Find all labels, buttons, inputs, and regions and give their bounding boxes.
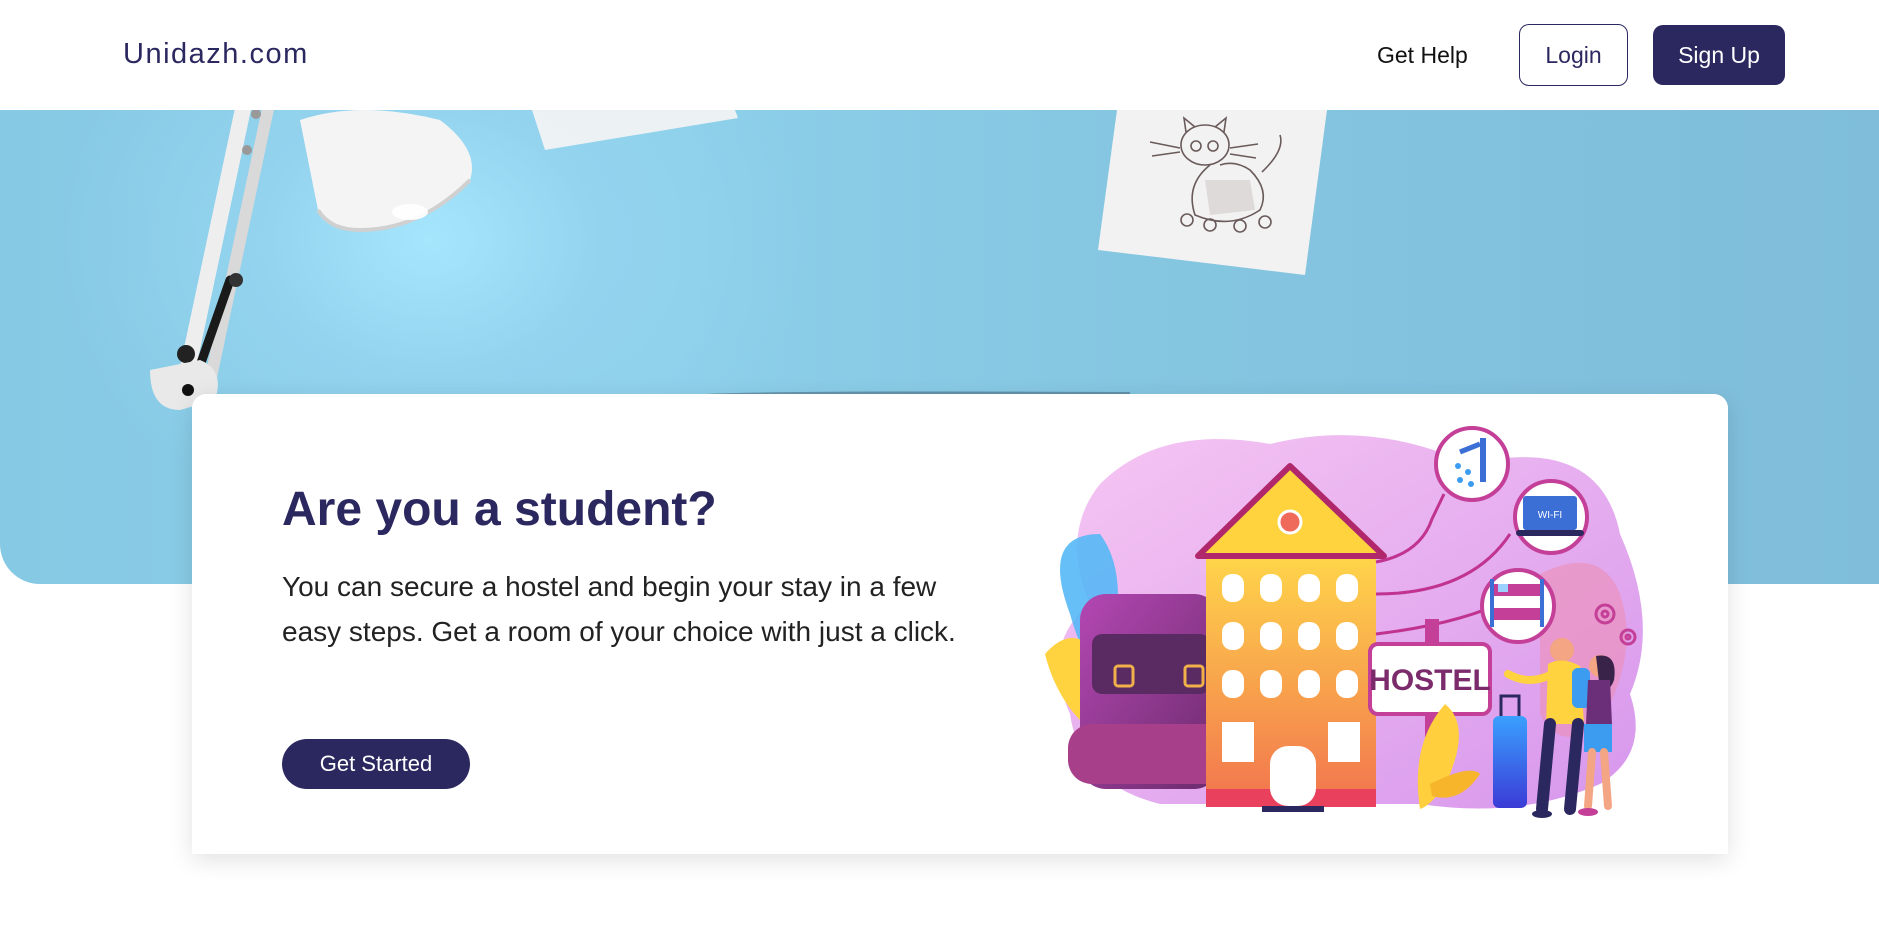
bunk-bed-icon [1480,568,1556,644]
site-logo[interactable]: Unidazh.com [123,38,309,71]
wifi-label: WI-FI [1538,510,1562,521]
get-help-link[interactable]: Get Help [1377,42,1468,69]
student-card: Are you a student? You can secure a host… [192,394,1728,854]
cat-drawing-image [1098,110,1327,275]
desk-lamp-image [150,110,472,410]
login-button[interactable]: Login [1519,24,1628,86]
hostel-illustration: WI-FI HOSTEL [1045,426,1643,818]
card-description: You can secure a hostel and begin your s… [282,571,956,647]
site-header: Unidazh.com Get Help Login Sign Up [0,0,1879,110]
get-started-button[interactable]: Get Started [282,739,470,789]
card-title: Are you a student? [282,483,717,536]
hostel-sign-text: HOSTEL [1369,664,1491,697]
signup-button[interactable]: Sign Up [1653,25,1785,85]
wifi-laptop-icon: WI-FI [1513,479,1589,555]
shower-icon [1434,426,1510,502]
